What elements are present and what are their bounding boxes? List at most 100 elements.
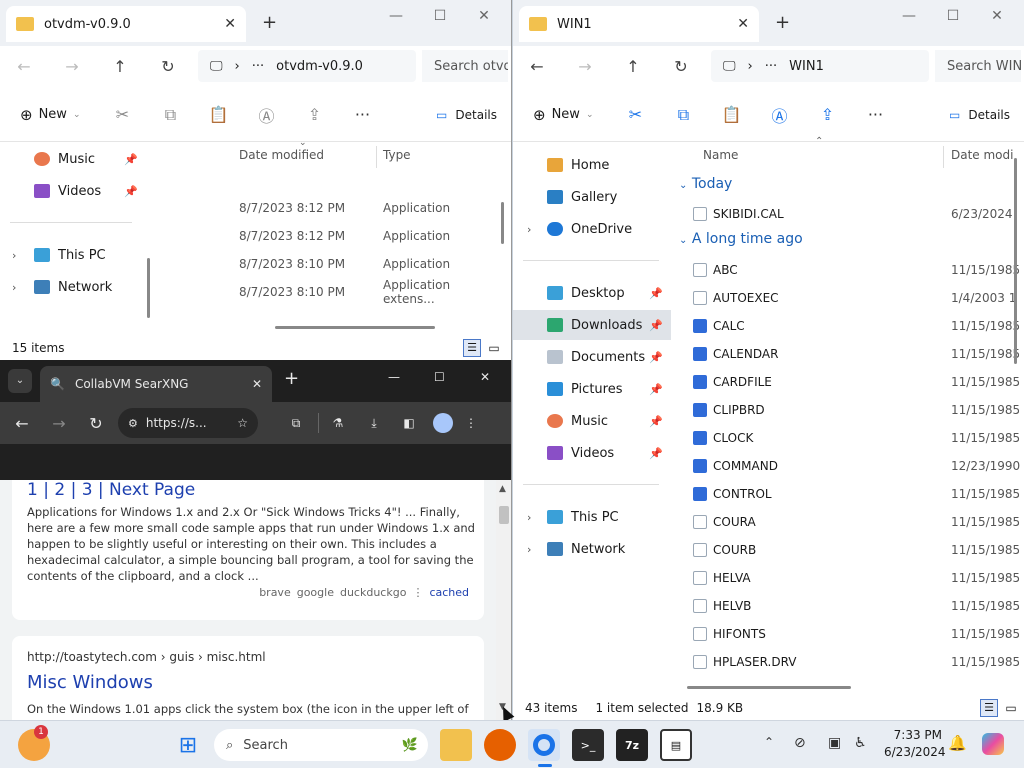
accessibility-icon[interactable]: ♿ [854,735,867,751]
group-header-today[interactable]: ⌄ Today [679,176,732,192]
paste-icon[interactable]: 📋 [194,105,242,124]
column-date-modified[interactable]: Date modified [239,148,324,162]
breadcrumb[interactable]: 🖵 › ··· otvdm-v0.9.0 [198,50,416,82]
table-row[interactable]: 8/7/2023 8:10 PM Application [157,250,497,278]
chevron-right-icon[interactable]: › [527,511,531,524]
copilot-icon[interactable] [982,733,1004,755]
file-row[interactable]: HELVB 11/15/1985 [673,592,1024,620]
refresh-icon[interactable]: ↻ [144,57,192,76]
copy-icon[interactable]: ⧉ [146,105,194,125]
url-bar[interactable]: ⚙ https://s... ☆ [118,408,258,438]
clock[interactable]: 7:33 PM 6/23/2024 [884,727,946,761]
back-arrow-icon[interactable]: ← [0,414,44,433]
file-row[interactable]: ABC 11/15/1985 [673,256,1024,284]
close-icon[interactable]: ✕ [975,8,1019,24]
reload-icon[interactable]: ↻ [74,414,118,433]
file-row[interactable]: CALC 11/15/1985 [673,312,1024,340]
nav-item-videos[interactable]: Videos 📌 [513,438,671,468]
taskbar-7zip[interactable]: 7z [616,729,648,761]
result-url[interactable]: http://toastytech.com › guis › misc.html [27,650,266,664]
up-arrow-icon[interactable]: ↑ [96,57,144,76]
tab-win1[interactable]: WIN1 ✕ [519,6,759,42]
taskbar-terminal[interactable]: >_ [572,729,604,761]
close-icon[interactable]: ✕ [462,8,506,24]
close-tab-icon[interactable]: ✕ [737,16,749,32]
new-tab-button[interactable]: + [775,12,790,33]
forward-arrow-icon[interactable]: → [48,57,96,76]
nav-item-this-pc[interactable]: › This PC [0,240,152,270]
cut-icon[interactable]: ✂ [98,105,146,124]
browser-tab[interactable]: 🔍 CollabVM SearXNG ✕ [40,366,272,402]
minimize-icon[interactable]: — [374,8,418,24]
start-button[interactable]: ⊞ [172,729,204,761]
network-offline-icon[interactable]: ⊘ [794,735,806,751]
search-input[interactable]: Search WIN1 [935,50,1021,82]
more-icon[interactable]: ··· [338,105,386,124]
nav-item-network[interactable]: › Network [0,272,152,302]
cut-icon[interactable]: ✂ [611,105,659,124]
chevron-right-icon[interactable]: › [527,543,531,556]
nav-item-videos[interactable]: Videos 📌 [0,176,152,206]
file-row[interactable]: COURA 11/15/1985 [673,508,1024,536]
extensions-icon[interactable]: ⧉ [274,416,318,431]
tab-search-icon[interactable]: ⌄ [8,369,32,393]
chevron-right-icon[interactable]: › [12,249,16,262]
display-icon[interactable]: ▣ [828,735,841,751]
scroll-thumb[interactable] [499,506,509,524]
details-button[interactable]: ▭ Details [949,108,1010,122]
result-title[interactable]: Misc Windows [27,672,153,693]
file-row[interactable]: COMMAND 12/23/1990 [673,452,1024,480]
file-row[interactable]: AUTOEXEC 1/4/2003 1 [673,284,1024,312]
ellipsis-icon[interactable]: ··· [765,59,777,74]
chevron-right-icon[interactable]: › [527,223,531,236]
nav-item-downloads[interactable]: Downloads 📌 [513,310,671,340]
site-settings-icon[interactable]: ⚙ [128,417,138,430]
breadcrumb[interactable]: 🖵 › ··· WIN1 [711,50,929,82]
file-row[interactable]: CALENDAR 11/15/1985 [673,340,1024,368]
new-tab-button[interactable]: + [262,12,277,33]
download-icon[interactable]: ⤓ [357,416,391,431]
taskbar-search-box[interactable]: ⌕ Search 🌿 [214,729,428,761]
taskbar-file-explorer[interactable] [440,729,472,761]
nav-item-documents[interactable]: Documents 📌 [513,342,671,372]
taskbar-chrome[interactable] [528,729,560,761]
nav-item-music[interactable]: Music 📌 [0,144,152,174]
details-button[interactable]: ▭ Details [436,108,497,122]
column-date-modified[interactable]: Date modi [951,148,1013,162]
show-hidden-icons[interactable]: ⌃ [764,735,774,749]
table-row[interactable]: 8/7/2023 8:12 PM Application [157,222,497,250]
profile-avatar[interactable] [433,413,453,433]
minimize-icon[interactable]: — [388,370,400,384]
nav-item-network[interactable]: › Network [513,534,671,564]
taskbar-otvdm[interactable]: ▤ [660,729,692,761]
close-tab-icon[interactable]: ✕ [224,16,236,32]
share-icon[interactable]: ⇪ [290,105,338,124]
maximize-icon[interactable]: ☐ [418,8,462,24]
tile-view-icon[interactable]: ▭ [485,341,503,355]
share-icon[interactable]: ⇪ [803,105,851,124]
up-arrow-icon[interactable]: ↑ [609,57,657,76]
file-row[interactable]: HPLASER.DRV 11/15/1985 [673,648,1024,676]
kebab-icon[interactable]: ⋮ [412,586,423,599]
more-icon[interactable]: ··· [851,105,899,124]
pagination-links[interactable]: 1 | 2 | 3 | Next Page [27,480,195,500]
nav-item-desktop[interactable]: Desktop 📌 [513,278,671,308]
horizontal-scrollbar[interactable] [275,326,435,329]
ellipsis-icon[interactable]: ··· [252,59,264,74]
page-scrollbar[interactable]: ▲ ▼ [496,480,511,720]
file-row[interactable]: CARDFILE 11/15/1985 [673,368,1024,396]
nav-item-onedrive[interactable]: › OneDrive [513,214,671,244]
scroll-up-icon[interactable]: ▲ [499,484,506,494]
vertical-scrollbar[interactable] [501,202,504,244]
maximize-icon[interactable]: ☐ [931,8,975,24]
copy-icon[interactable]: ⧉ [659,105,707,125]
close-tab-icon[interactable]: ✕ [252,377,262,391]
forward-arrow-icon[interactable]: → [561,57,609,76]
bookmark-star-icon[interactable]: ☆ [237,416,248,430]
maximize-icon[interactable]: ☐ [434,370,445,384]
minimize-icon[interactable]: — [887,8,931,24]
file-row[interactable]: COURB 11/15/1985 [673,536,1024,564]
table-row[interactable]: 8/7/2023 8:10 PM Application extens... [157,278,497,306]
forward-arrow-icon[interactable]: → [44,414,74,433]
column-type[interactable]: Type [383,148,411,162]
